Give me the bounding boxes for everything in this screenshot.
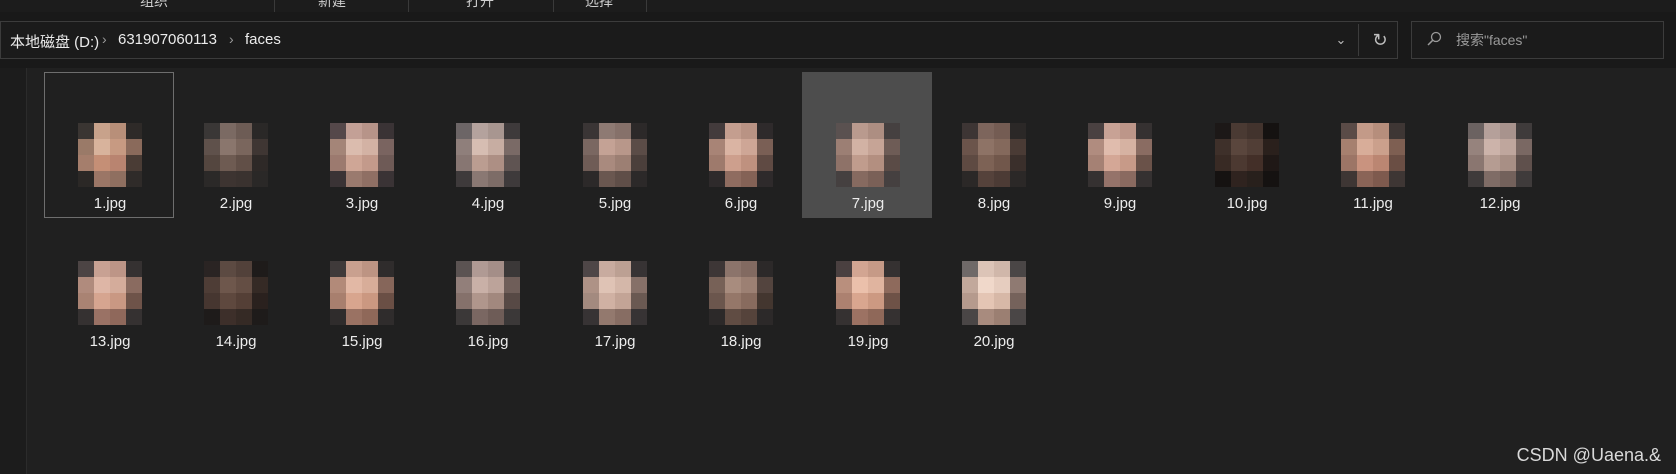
file-thumbnail [456,261,520,325]
file-item[interactable]: 17.jpg [549,210,679,356]
file-item[interactable]: 9.jpg [1054,72,1184,218]
file-thumbnail [709,261,773,325]
file-item[interactable]: 4.jpg [422,72,552,218]
file-name: 15.jpg [341,333,383,350]
file-thumbnail [330,261,394,325]
address-divider [1358,24,1359,56]
refresh-icon[interactable]: ↻ [1369,26,1391,54]
file-name: 20.jpg [973,333,1015,350]
file-name: 11.jpg [1353,195,1393,212]
file-name: 17.jpg [594,333,636,350]
ribbon-group-organize[interactable]: 组织 [140,0,168,11]
file-thumbnail [836,261,900,325]
search-input[interactable] [1456,29,1656,51]
file-name: 12.jpg [1479,195,1521,212]
file-name: 9.jpg [1103,195,1137,212]
file-name: 19.jpg [847,333,889,350]
search-icon [1427,31,1442,46]
ribbon: 组织 新建 打开 选择 [0,0,1676,12]
file-name: 16.jpg [467,333,509,350]
file-thumbnail [1088,123,1152,187]
file-thumbnail [962,123,1026,187]
search-box[interactable] [1411,21,1664,59]
file-item[interactable]: 13.jpg [44,210,174,356]
breadcrumb-folder[interactable]: 631907060113 [118,31,217,48]
file-thumbnail [1341,123,1405,187]
file-item[interactable]: 12.jpg [1434,72,1564,218]
watermark: CSDN @Uaena.& [1516,445,1661,465]
file-item[interactable]: 5.jpg [549,72,679,218]
file-thumbnail [709,123,773,187]
ribbon-separator [553,0,554,12]
file-thumbnail [204,123,268,187]
navigation-pane[interactable] [0,68,27,474]
file-thumbnail [204,261,268,325]
file-thumbnail [456,123,520,187]
file-thumbnail [962,261,1026,325]
chevron-right-icon[interactable]: › [229,31,234,47]
ribbon-group-open[interactable]: 打开 [466,0,494,11]
file-thumbnail [583,261,647,325]
file-item[interactable]: 11.jpg [1307,72,1437,218]
file-item[interactable]: 3.jpg [296,72,426,218]
file-item[interactable]: 19.jpg [802,210,932,356]
ribbon-group-select[interactable]: 选择 [585,0,613,11]
file-view: 1.jpg 2.jpg 3.jpg 4.jpg 5.jpg 6.jpg 7.jpg 8.jpg… [0,68,1676,474]
file-thumbnail [1468,123,1532,187]
file-thumbnail [78,261,142,325]
breadcrumb-current[interactable]: faces [245,31,281,48]
chevron-down-icon[interactable]: ⌄ [1331,29,1351,51]
file-thumbnail [1215,123,1279,187]
file-name: 14.jpg [215,333,257,350]
file-item[interactable]: 14.jpg [170,210,300,356]
file-name: 10.jpg [1226,195,1268,212]
chevron-right-icon[interactable]: › [102,31,107,47]
file-thumbnail [330,123,394,187]
file-thumbnail [836,123,900,187]
file-item[interactable]: 2.jpg [170,72,300,218]
file-thumbnail [583,123,647,187]
file-item[interactable]: 1.jpg [44,72,174,218]
file-thumbnail [78,123,142,187]
address-toolbar: 本地磁盘 (D:) › 631907060113 › faces ⌄ ↻ [0,12,1676,80]
file-item[interactable]: 7.jpg [802,72,932,218]
file-item[interactable]: 10.jpg [1181,72,1311,218]
ribbon-separator [408,0,409,12]
file-item[interactable]: 20.jpg [928,210,1058,356]
ribbon-separator [646,0,647,12]
address-bar[interactable]: 本地磁盘 (D:) › 631907060113 › faces ⌄ ↻ [0,21,1398,59]
ribbon-separator [274,0,275,12]
file-item[interactable]: 16.jpg [422,210,552,356]
file-name: 18.jpg [720,333,762,350]
breadcrumb-drive[interactable]: 本地磁盘 (D:) [10,31,99,52]
ribbon-group-new[interactable]: 新建 [318,0,346,11]
file-item[interactable]: 18.jpg [675,210,805,356]
file-name: 13.jpg [89,333,131,350]
file-item[interactable]: 15.jpg [296,210,426,356]
file-item[interactable]: 8.jpg [928,72,1058,218]
file-item[interactable]: 6.jpg [675,72,805,218]
